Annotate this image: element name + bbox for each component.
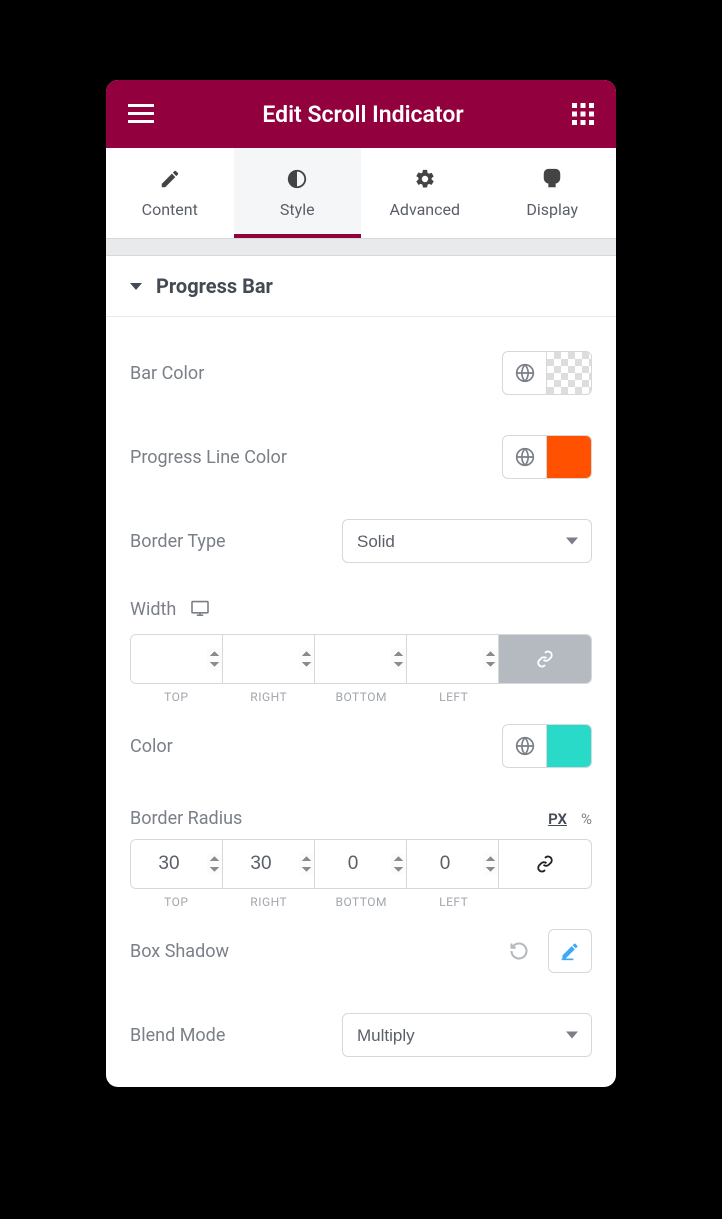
label-border-type: Border Type	[130, 531, 226, 552]
border-type-select: Solid	[342, 519, 592, 563]
row-bar-color: Bar Color	[130, 331, 592, 415]
width-left-input[interactable]	[407, 635, 499, 683]
width-bottom-input[interactable]	[315, 635, 407, 683]
color-swatch[interactable]	[547, 352, 591, 394]
responsive-icon[interactable]	[190, 600, 210, 620]
edit-icon[interactable]	[548, 929, 592, 973]
globe-icon[interactable]	[503, 352, 547, 394]
tab-label: Advanced	[389, 200, 460, 219]
blend-mode-select: Multiply	[342, 1013, 592, 1057]
label-progress-line-color: Progress Line Color	[130, 447, 287, 468]
width-right-input[interactable]	[223, 635, 315, 683]
divider	[106, 238, 616, 256]
section-title: Progress Bar	[156, 274, 273, 298]
link-icon[interactable]	[499, 840, 591, 888]
section-header[interactable]: Progress Bar	[106, 256, 616, 317]
tab-content[interactable]: Content	[106, 148, 234, 238]
radius-left-input[interactable]	[407, 840, 499, 888]
label-width: Width	[130, 599, 176, 620]
tab-label: Content	[142, 200, 198, 219]
panel-title: Edit Scroll Indicator	[154, 101, 572, 128]
width-top-input[interactable]	[131, 635, 223, 683]
row-box-shadow: Box Shadow	[130, 909, 592, 993]
color-swatch[interactable]	[547, 725, 591, 767]
row-width-label: Width	[130, 583, 592, 620]
label-bar-color: Bar Color	[130, 363, 204, 384]
blend-mode-dropdown[interactable]: Multiply	[342, 1013, 592, 1057]
radius-bottom-input[interactable]	[315, 840, 407, 888]
bar-color-control	[502, 351, 592, 395]
reset-icon[interactable]	[500, 932, 538, 970]
link-icon[interactable]	[499, 635, 591, 683]
border-radius-units: PX %	[548, 810, 592, 828]
row-progress-line-color: Progress Line Color	[130, 415, 592, 499]
globe-icon[interactable]	[503, 725, 547, 767]
color-control	[502, 724, 592, 768]
width-side-labels: TOP RIGHT BOTTOM LEFT	[130, 690, 592, 704]
color-swatch[interactable]	[547, 436, 591, 478]
border-radius-inputs	[130, 839, 592, 889]
row-blend-mode: Blend Mode Multiply	[130, 993, 592, 1063]
panel-header: Edit Scroll Indicator	[106, 80, 616, 148]
label-box-shadow: Box Shadow	[130, 941, 229, 962]
tab-label: Style	[280, 200, 315, 219]
row-color: Color	[130, 704, 592, 788]
label-color: Color	[130, 736, 173, 757]
unit-percent[interactable]: %	[581, 810, 592, 828]
radius-side-labels: TOP RIGHT BOTTOM LEFT	[130, 895, 592, 909]
unit-px[interactable]: PX	[548, 810, 567, 828]
tab-advanced[interactable]: Advanced	[361, 148, 489, 238]
progress-line-color-control	[502, 435, 592, 479]
tab-style[interactable]: Style	[234, 148, 362, 238]
globe-icon[interactable]	[503, 436, 547, 478]
controls: Bar Color Progress Line Color Border Typ…	[106, 317, 616, 1087]
row-border-radius-label: Border Radius PX %	[130, 788, 592, 835]
label-border-radius: Border Radius	[130, 808, 242, 829]
tabs: Content Style Advanced Display	[106, 148, 616, 238]
radius-right-input[interactable]	[223, 840, 315, 888]
box-shadow-controls	[500, 929, 592, 973]
menu-icon[interactable]	[128, 104, 154, 124]
tab-label: Display	[526, 200, 578, 219]
row-border-type: Border Type Solid	[130, 499, 592, 583]
tab-display[interactable]: Display	[489, 148, 617, 238]
label-blend-mode: Blend Mode	[130, 1025, 225, 1046]
border-type-dropdown[interactable]: Solid	[342, 519, 592, 563]
width-inputs	[130, 634, 592, 684]
apps-icon[interactable]	[572, 103, 594, 125]
radius-top-input[interactable]	[131, 840, 223, 888]
editor-panel: Edit Scroll Indicator Content Style Adva…	[106, 80, 616, 1087]
caret-down-icon	[130, 283, 142, 290]
